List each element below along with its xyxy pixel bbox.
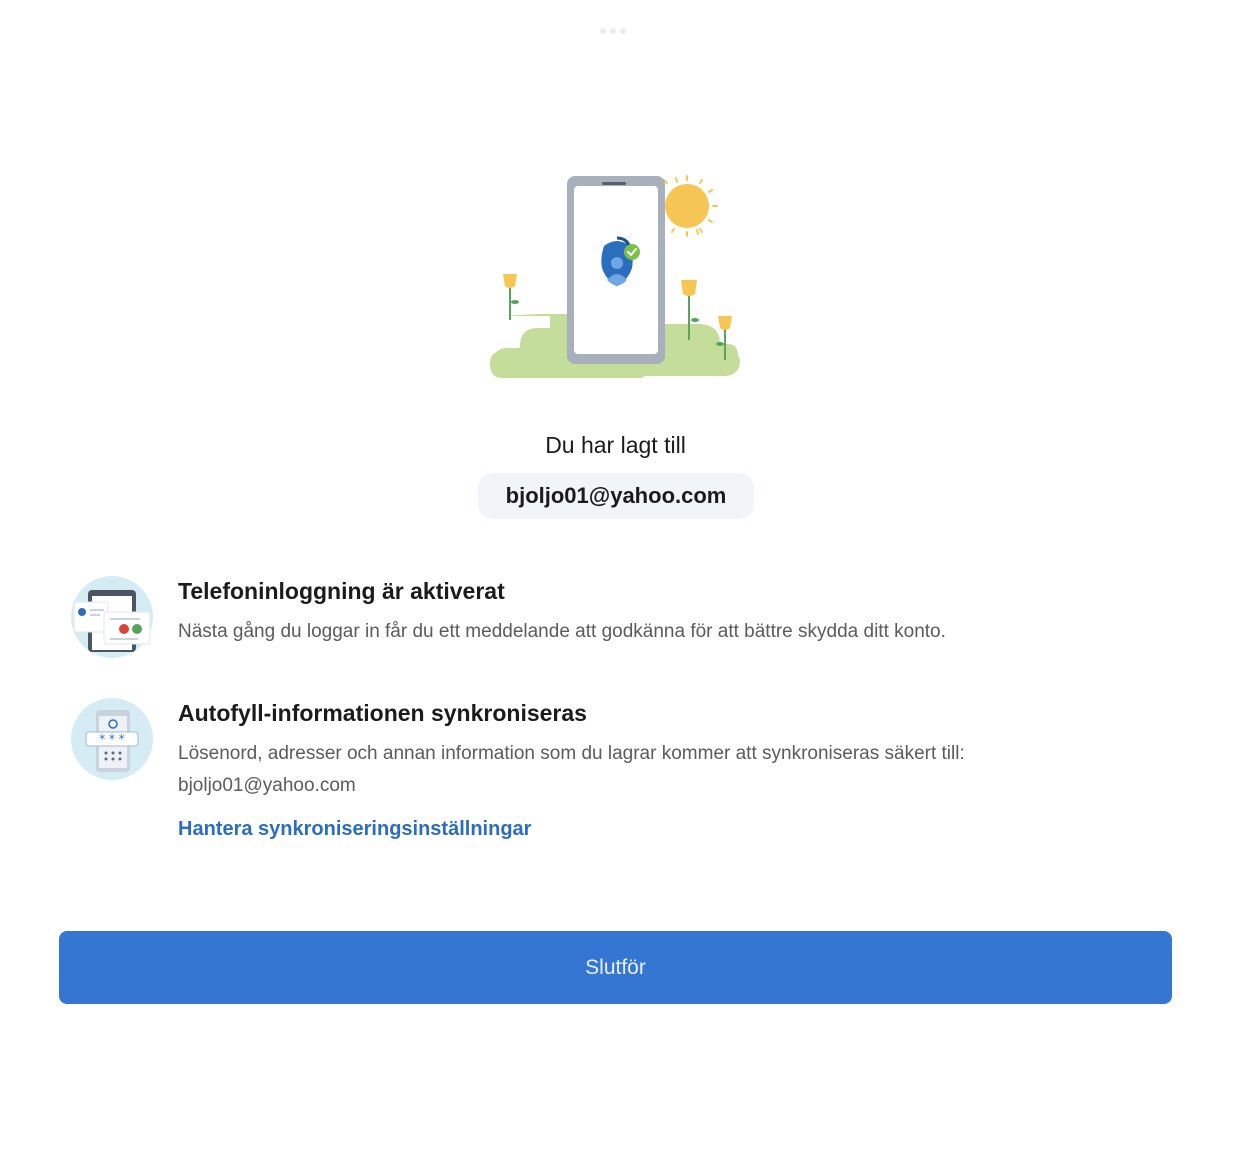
autofill-sync-icon: * * * [71, 698, 153, 780]
grabber-dot [610, 28, 616, 34]
account-email-pill: bjoljo01@yahoo.com [478, 473, 754, 519]
sheet-grabber[interactable] [600, 28, 626, 34]
svg-text:* * *: * * * [99, 732, 125, 746]
manage-sync-settings-link[interactable]: Hantera synkroniseringsinställningar [178, 818, 531, 841]
feature-title: Autofyll-informationen synkroniseras [178, 700, 587, 726]
grabber-dot [600, 28, 606, 34]
feature-autofill-sync: * * * Autofyll-informationen synkroniser… [68, 698, 1168, 858]
feature-title: Telefoninloggning är aktiverat [178, 578, 505, 604]
grabber-dot [620, 28, 626, 34]
feature-description: Nästa gång du loggar in får du ett medde… [178, 621, 946, 642]
phone-signin-icon [71, 576, 153, 658]
feature-phone-signin: Telefoninloggning är aktiverat Nästa gån… [68, 576, 1168, 666]
added-account-label: Du har lagt till [545, 432, 686, 458]
flower-left [503, 274, 519, 320]
sun-icon [663, 175, 718, 237]
phone-with-authenticator-illustration [490, 175, 740, 378]
feature-description: Lösenord, adresser och annan information… [178, 743, 965, 796]
account-added-screen: Du har lagt till bjoljo01@yahoo.com Tele… [0, 0, 1242, 1156]
finish-button[interactable]: Slutför [59, 931, 1172, 1004]
